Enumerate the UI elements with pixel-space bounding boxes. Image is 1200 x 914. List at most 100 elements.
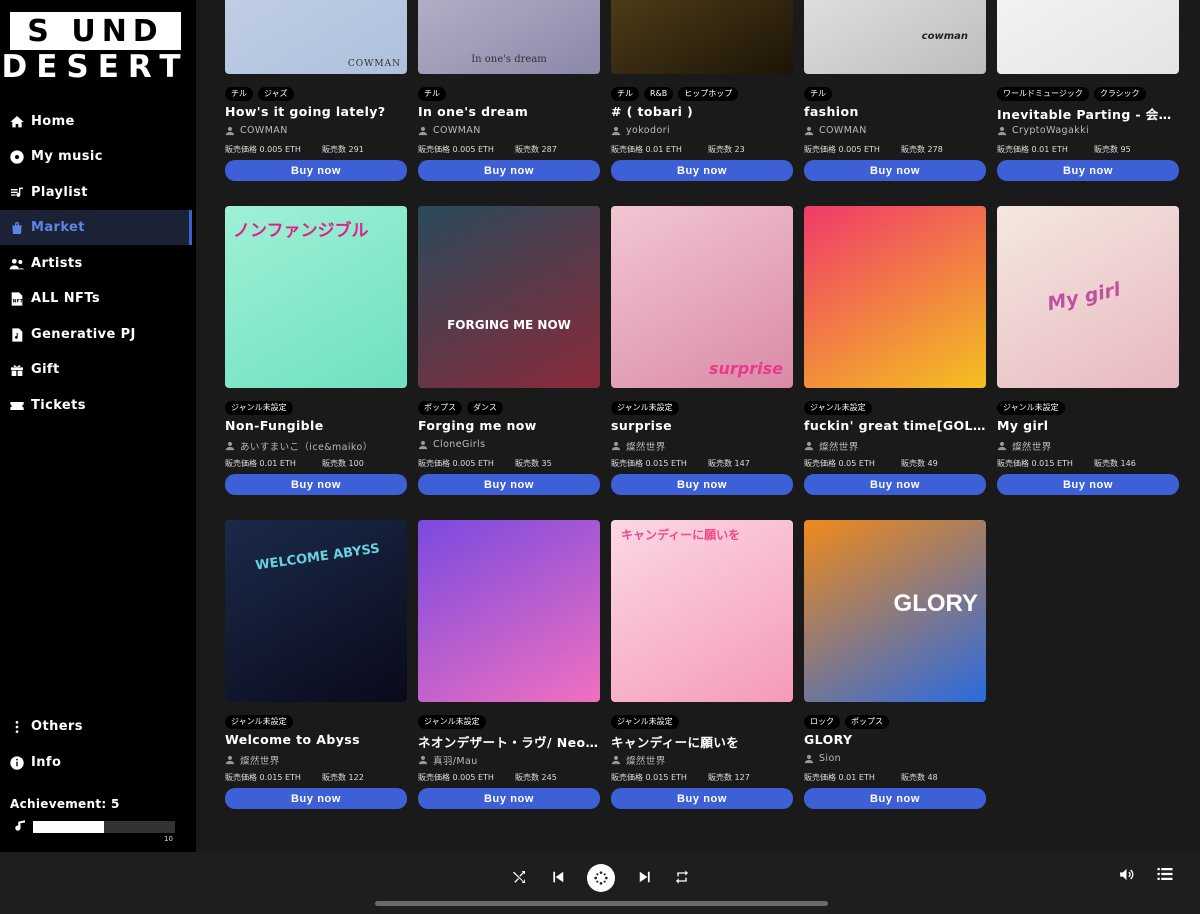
track-title[interactable]: surprise (611, 418, 793, 433)
sidebar-item-info[interactable]: Info (0, 745, 192, 780)
sidebar-item-generative-pj[interactable]: Generative PJ (0, 317, 192, 352)
sidebar-item-home[interactable]: Home (0, 104, 192, 139)
volume-icon[interactable] (1116, 864, 1136, 884)
sidebar-item-artists[interactable]: Artists (0, 246, 192, 281)
cover-art[interactable] (997, 0, 1179, 74)
logo[interactable]: S UND DESERT (1, 12, 190, 85)
cover-art[interactable]: キャンディーに願いを (611, 520, 793, 702)
sidebar-item-tickets[interactable]: Tickets (0, 388, 192, 423)
buy-now-button[interactable]: Buy now (418, 788, 600, 809)
artist-line[interactable]: COWMAN (225, 125, 288, 136)
track-title[interactable]: In one's dream (418, 104, 600, 119)
sale-info: 販売価格 0.015 ETH 販売数 147 (611, 458, 793, 469)
artist-line[interactable]: 燦然世界 (997, 439, 1052, 453)
buy-now-button[interactable]: Buy now (418, 474, 600, 495)
genre-tag: ポップス (845, 715, 889, 729)
artist-name: COWMAN (819, 125, 867, 136)
artist-line[interactable]: 真羽/Mau (418, 753, 478, 767)
tag-list: ジャンル未設定 (611, 715, 679, 729)
buy-now-button[interactable]: Buy now (611, 788, 793, 809)
genre-tag: ロック (804, 715, 840, 729)
buy-now-button[interactable]: Buy now (804, 160, 986, 181)
cover-art[interactable] (611, 0, 793, 74)
cover-art[interactable]: In one's dream (418, 0, 600, 74)
artist-line[interactable]: Sion (804, 753, 841, 764)
next-icon[interactable] (635, 867, 655, 887)
artist-line[interactable]: 燦然世界 (804, 439, 859, 453)
artist-line[interactable]: COWMAN (804, 125, 867, 136)
track-title[interactable]: Forging me now (418, 418, 600, 433)
track-title[interactable]: fashion (804, 104, 986, 119)
tag-list: ポップス ダンス (418, 401, 503, 415)
artist-name: 真羽/Mau (433, 756, 478, 767)
artist-name: 燦然世界 (819, 442, 859, 453)
buy-now-button[interactable]: Buy now (418, 160, 600, 181)
buy-now-button[interactable]: Buy now (804, 788, 986, 809)
artist-line[interactable]: 燦然世界 (611, 753, 666, 767)
artist-name: 燦然世界 (1012, 442, 1052, 453)
sale-info: 販売価格 0.01 ETH 販売数 100 (225, 458, 407, 469)
sidebar-item-playlist[interactable]: Playlist (0, 175, 192, 210)
sold-count: 販売数 122 (322, 773, 364, 782)
genre-tag: チル (225, 87, 253, 101)
repeat-icon[interactable] (672, 867, 692, 887)
sidebar-item-others[interactable]: Others (0, 709, 192, 744)
cover-art[interactable]: surprise (611, 206, 793, 388)
track-title[interactable]: My girl (997, 418, 1179, 433)
artist-line[interactable]: 燦然世界 (611, 439, 666, 453)
buy-now-button[interactable]: Buy now (997, 474, 1179, 495)
track-title[interactable]: GLORY (804, 732, 986, 747)
cover-art[interactable]: ノンファンジブル (225, 206, 407, 388)
track-title[interactable]: # ( tobari ) (611, 104, 793, 119)
genre-tag: ジャンル未設定 (611, 401, 679, 415)
genre-tag: ポップス (418, 401, 462, 415)
sidebar-item-market[interactable]: Market (0, 210, 192, 245)
buy-now-button[interactable]: Buy now (225, 160, 407, 181)
play-icon[interactable] (587, 864, 615, 892)
cover-art[interactable]: WELCOME ABYSS (225, 520, 407, 702)
user-icon (997, 441, 1012, 451)
sidebar-item-all-nfts[interactable]: NFT ALL NFTs (0, 281, 192, 316)
sidebar-item-gift[interactable]: Gift (0, 352, 192, 387)
sold-count: 販売数 147 (708, 459, 750, 468)
artist-line[interactable]: COWMAN (418, 125, 481, 136)
cover-art[interactable]: cowman (804, 0, 986, 74)
user-icon (611, 126, 626, 136)
sold-count: 販売数 287 (515, 145, 557, 154)
buy-now-button[interactable]: Buy now (611, 160, 793, 181)
track-title[interactable]: Welcome to Abyss (225, 732, 407, 747)
queue-icon[interactable] (1155, 864, 1175, 884)
achievement-label: Achievement: 5 (10, 797, 120, 811)
artist-line[interactable]: CloneGirls (418, 439, 485, 450)
tag-list: ロック ポップス (804, 715, 889, 729)
track-title[interactable]: Non-Fungible (225, 418, 407, 433)
artist-line[interactable]: あいすまいこ（ice&maiko） (225, 439, 373, 453)
artist-line[interactable]: CryptoWagakki (997, 125, 1089, 136)
artist-line[interactable]: yokodori (611, 125, 670, 136)
cover-art[interactable] (804, 206, 986, 388)
cover-art[interactable]: COWMAN (225, 0, 407, 74)
genre-tag: ジャズ (258, 87, 294, 101)
cover-text: surprise (708, 359, 783, 378)
buy-now-button[interactable]: Buy now (804, 474, 986, 495)
cover-art[interactable]: FORGING ME NOW (418, 206, 600, 388)
track-title[interactable]: Inevitable Parting - 会者定離 - (997, 104, 1179, 123)
buy-now-button[interactable]: Buy now (997, 160, 1179, 181)
logo-line2: DESERT (1, 49, 190, 85)
shuffle-icon[interactable] (509, 867, 529, 887)
artist-line[interactable]: 燦然世界 (225, 753, 280, 767)
buy-now-button[interactable]: Buy now (225, 474, 407, 495)
cover-art[interactable] (418, 520, 600, 702)
sidebar-item-my-music[interactable]: My music (0, 139, 192, 174)
previous-icon[interactable] (548, 867, 568, 887)
track-title[interactable]: How's it going lately? (225, 104, 407, 119)
buy-now-button[interactable]: Buy now (611, 474, 793, 495)
sold-count: 販売数 278 (901, 145, 943, 154)
track-title[interactable]: ネオンデザート・ラヴ/ Neon Desert Love (418, 732, 600, 751)
track-title[interactable]: fuckin' great time[GOLD Edition] (804, 418, 986, 433)
buy-now-button[interactable]: Buy now (225, 788, 407, 809)
cover-art[interactable]: My girl (997, 206, 1179, 388)
track-title[interactable]: キャンディーに願いを (611, 732, 793, 751)
price: 販売価格 0.015 ETH (611, 773, 687, 782)
cover-art[interactable]: GLORY (804, 520, 986, 702)
